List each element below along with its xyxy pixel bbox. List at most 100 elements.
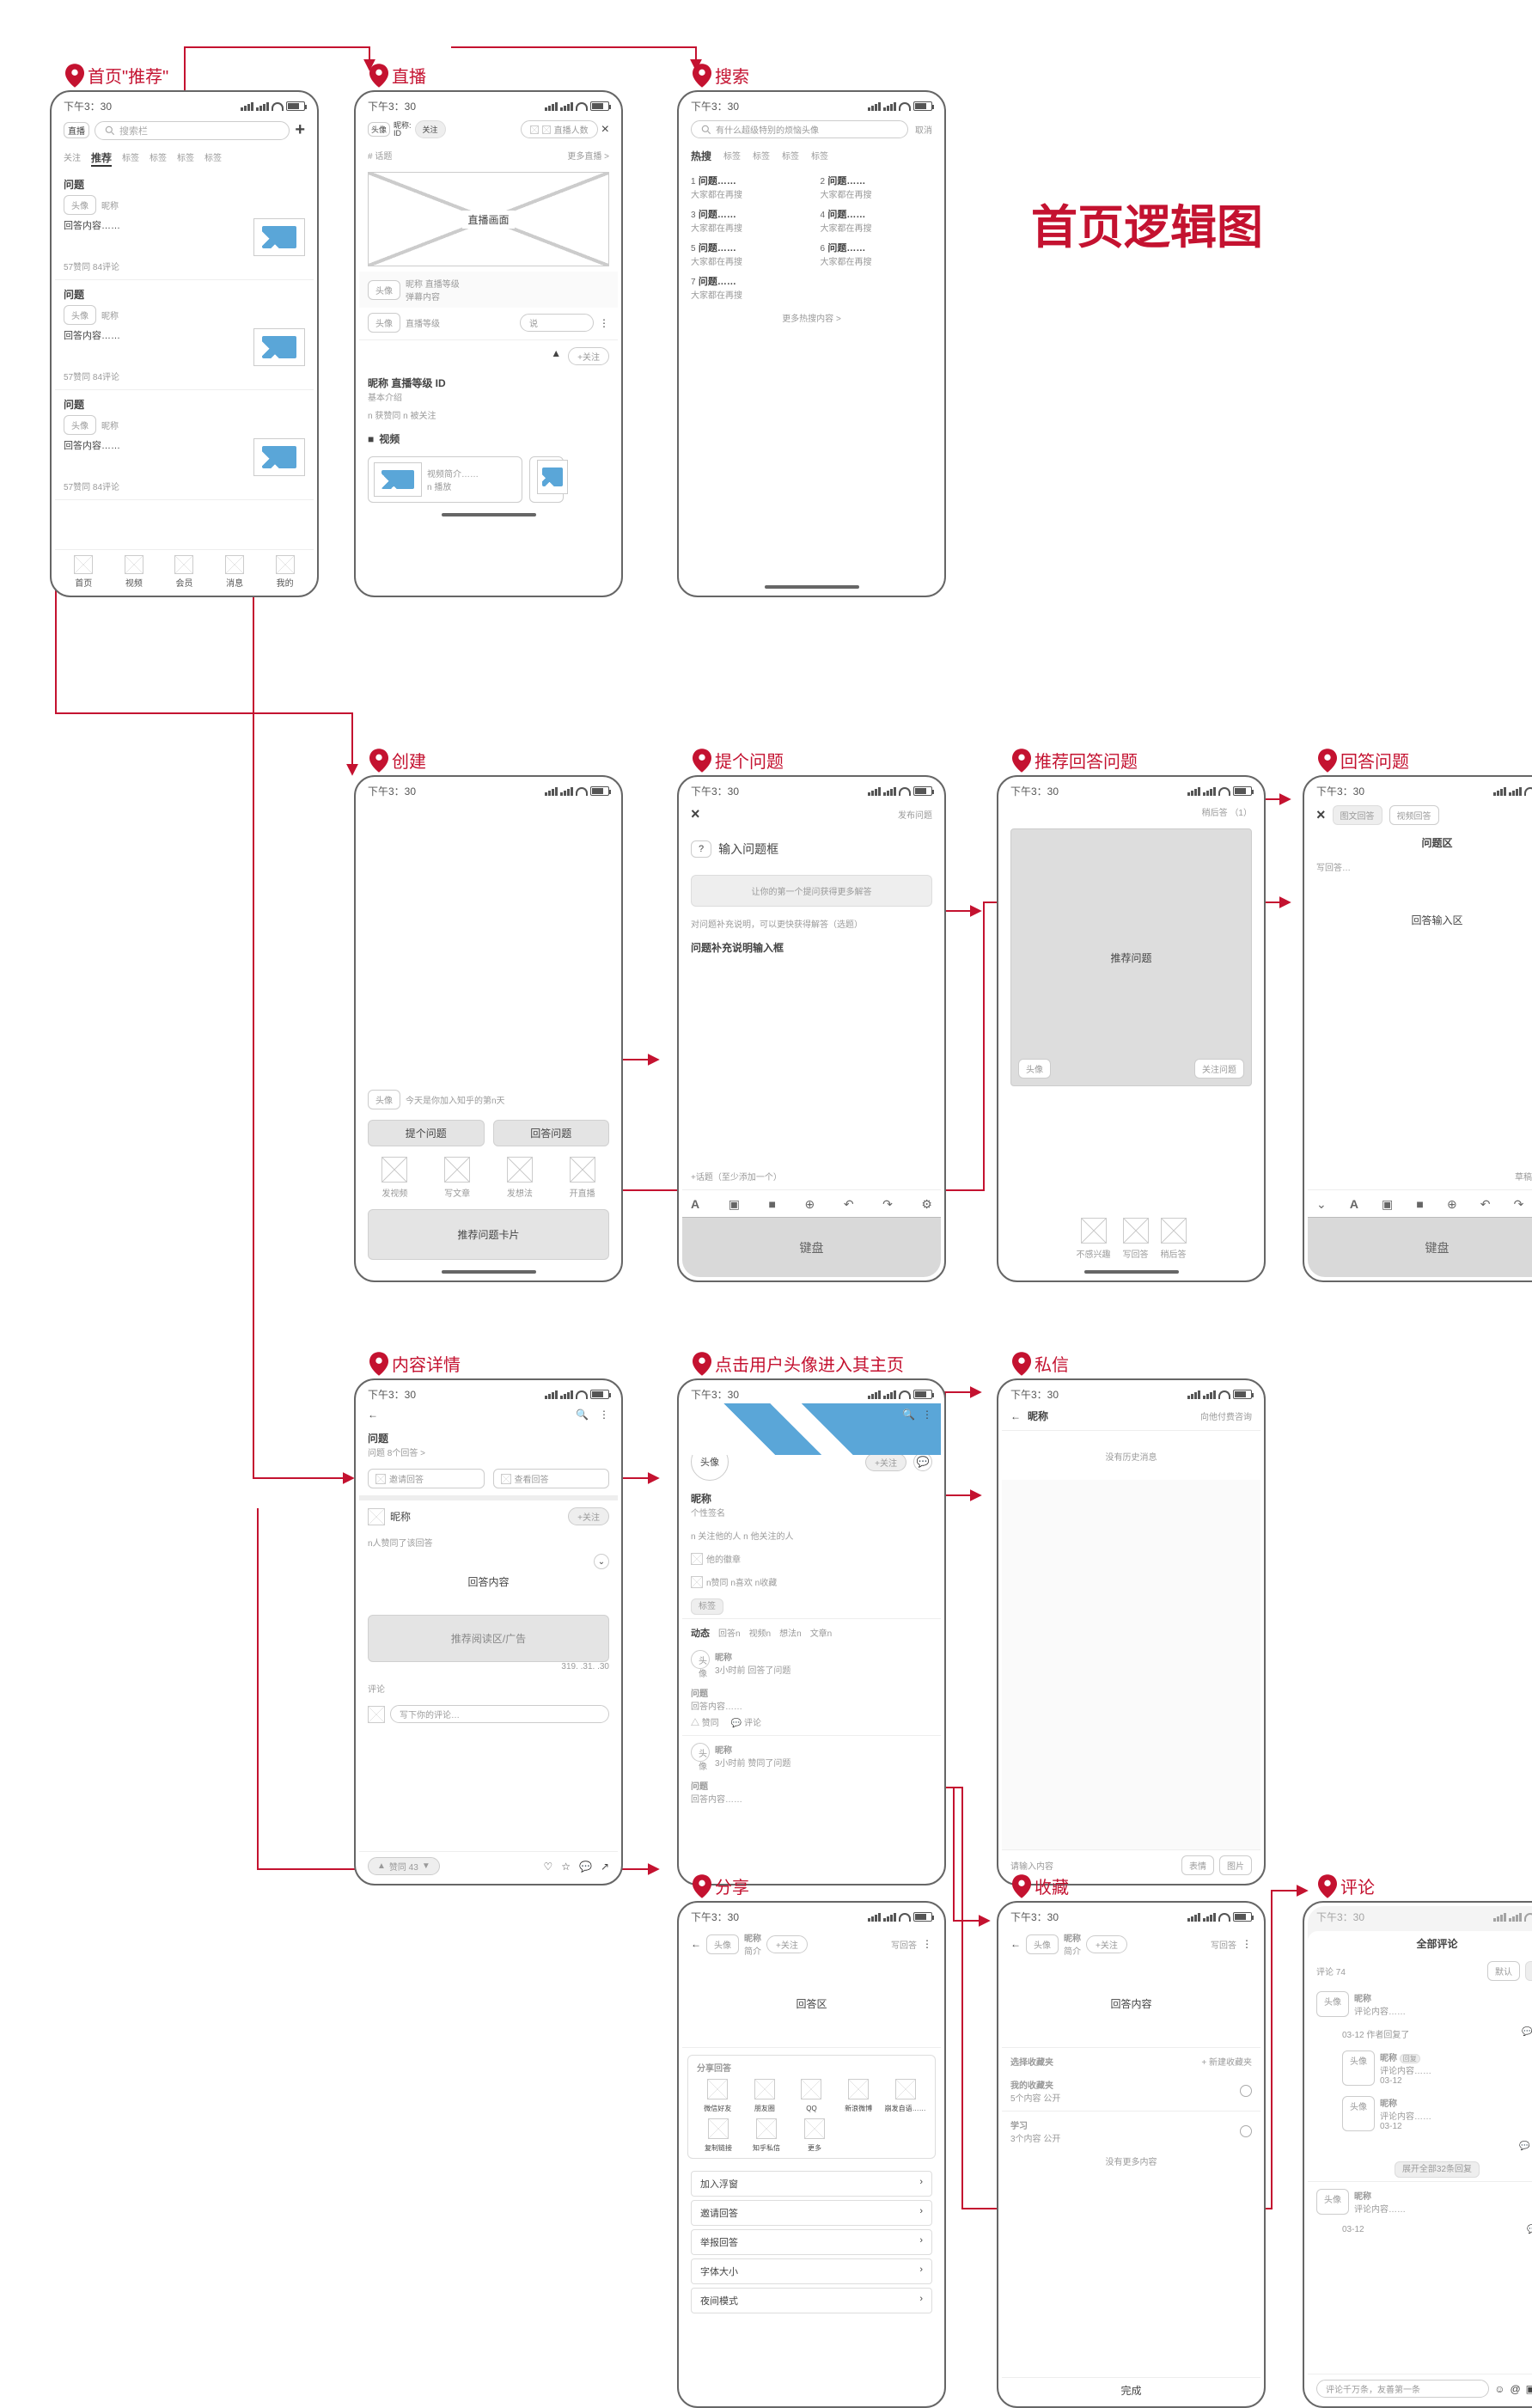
create-option[interactable]: 发想法 bbox=[493, 1157, 547, 1199]
share-app[interactable]: 崩发自语…… bbox=[884, 2079, 926, 2113]
nav-tab[interactable]: 我的 bbox=[259, 555, 310, 589]
comment-icon[interactable]: 💬 bbox=[579, 1861, 592, 1873]
hot-item[interactable]: 4 问题……大家都在再搜 bbox=[821, 207, 933, 234]
reco-option[interactable]: 不感兴趣 bbox=[1077, 1218, 1111, 1260]
pic-button[interactable]: 图片 bbox=[1219, 1855, 1252, 1875]
tab-text[interactable]: 图文回答 bbox=[1333, 805, 1382, 825]
feed-item[interactable]: 问题 头像昵称 回答内容…… 57赞同 84评论 bbox=[55, 172, 314, 278]
more-live[interactable]: 更多直播 > bbox=[567, 149, 609, 162]
later-button[interactable]: 稍后答 （1） bbox=[1202, 809, 1252, 818]
search-tabs[interactable]: 热搜标签标签标签标签 bbox=[682, 144, 941, 168]
image-icon[interactable]: ▣ bbox=[1526, 2383, 1532, 2395]
search-input[interactable]: 有什么超级特别的烦恼头像 bbox=[691, 120, 908, 138]
share-app[interactable]: 朋友圈 bbox=[744, 2079, 786, 2113]
hot-item[interactable]: 7 问题……大家都在再搜 bbox=[691, 274, 803, 301]
reco-option[interactable]: 稍后答 bbox=[1161, 1218, 1187, 1260]
more-hot[interactable]: 更多热搜内容 > bbox=[682, 306, 941, 329]
answer-button[interactable]: 回答问题 bbox=[493, 1120, 610, 1146]
tag-chip[interactable]: 标签 bbox=[691, 1598, 723, 1615]
reco-option[interactable]: 写回答 bbox=[1123, 1218, 1149, 1260]
share-menu-item[interactable]: 邀请回答› bbox=[691, 2200, 932, 2226]
new-folder[interactable]: + 新建收藏夹 bbox=[1201, 2055, 1252, 2068]
more-icon[interactable]: ⋮ bbox=[1242, 1938, 1252, 1950]
reco-card[interactable]: 推荐问题 头像 关注问题 bbox=[1010, 828, 1252, 1086]
sort-early[interactable]: 最早 bbox=[1525, 1961, 1532, 1981]
hot-item[interactable]: 2 问题……大家都在再搜 bbox=[821, 174, 933, 200]
search-icon[interactable]: 🔍 bbox=[576, 1409, 589, 1421]
create-option[interactable]: 开直播 bbox=[555, 1157, 609, 1199]
emoji-button[interactable]: 表情 bbox=[1181, 1855, 1214, 1875]
share-menu-item[interactable]: 加入浮窗› bbox=[691, 2171, 932, 2197]
more-icon[interactable]: ⋮ bbox=[922, 1409, 932, 1421]
feed-item[interactable]: 问题 头像昵称 回答内容…… 57赞同 84评论 bbox=[55, 392, 314, 498]
dm-input[interactable]: 请输入内容 bbox=[1010, 1859, 1176, 1872]
reco-card[interactable]: 推荐问题卡片 bbox=[368, 1209, 609, 1260]
hot-item[interactable]: 5 问题……大家都在再搜 bbox=[691, 241, 803, 267]
search-icon[interactable]: 🔍 bbox=[902, 1409, 915, 1421]
nav-tab[interactable]: 视频 bbox=[109, 555, 160, 589]
options-icon[interactable]: ⋮ bbox=[599, 317, 609, 329]
hot-item[interactable]: 6 问题……大家都在再搜 bbox=[821, 241, 933, 267]
folder-row[interactable]: 学习3个内容 公开 bbox=[1002, 2113, 1260, 2149]
share-app[interactable]: 微信好友 bbox=[697, 2079, 739, 2113]
create-option[interactable]: 写文章 bbox=[430, 1157, 485, 1199]
write-answer[interactable]: 写回答 bbox=[891, 1938, 917, 1951]
answer-input[interactable]: 写回答… bbox=[1308, 855, 1532, 878]
follow-button[interactable]: 关注 bbox=[415, 120, 446, 138]
emoji-icon[interactable]: ☺ bbox=[1494, 2383, 1505, 2395]
more-icon[interactable]: ⋮ bbox=[599, 1409, 609, 1421]
detail-input[interactable]: 问题补充说明输入框 bbox=[691, 942, 784, 954]
share-menu-item[interactable]: 举报回答› bbox=[691, 2229, 932, 2255]
star-icon[interactable]: ☆ bbox=[561, 1861, 571, 1873]
follow-q-button[interactable]: 关注问题 bbox=[1194, 1059, 1244, 1079]
collapse-icon[interactable]: ⌄ bbox=[594, 1554, 609, 1569]
say-input[interactable]: 说 bbox=[520, 314, 594, 332]
hot-item[interactable]: 1 问题……大家都在再搜 bbox=[691, 174, 803, 200]
create-option[interactable]: 发视频 bbox=[368, 1157, 422, 1199]
share-icon[interactable]: ↗ bbox=[601, 1861, 609, 1873]
top-tabs[interactable]: 关注推荐标签标签标签标签 bbox=[55, 145, 314, 172]
live-badge[interactable]: 直播 bbox=[64, 122, 89, 138]
share-action[interactable]: 更多 bbox=[793, 2118, 836, 2153]
dm-icon[interactable]: 💬 bbox=[913, 1452, 932, 1471]
follow-pill[interactable]: +关注 bbox=[568, 347, 609, 365]
reco-ad[interactable]: 推荐阅读区/广告 bbox=[368, 1615, 609, 1662]
back-icon[interactable]: ← bbox=[1010, 1410, 1021, 1422]
plus-icon[interactable]: + bbox=[295, 120, 305, 140]
done-button[interactable]: 完成 bbox=[1002, 2377, 1260, 2403]
follow-button[interactable]: +关注 bbox=[865, 1453, 906, 1471]
nav-tab[interactable]: 消息 bbox=[210, 555, 260, 589]
nav-tab[interactable]: 首页 bbox=[58, 555, 109, 589]
nav-tab[interactable]: 会员 bbox=[159, 555, 210, 589]
cancel-button[interactable]: 取消 bbox=[915, 123, 932, 136]
feed-item[interactable]: 问题 头像昵称 回答内容…… 57赞同 84评论 bbox=[55, 282, 314, 388]
like-button[interactable]: ▲ 赞同 43 ▼ bbox=[368, 1857, 440, 1875]
close-icon[interactable]: × bbox=[601, 122, 609, 138]
toolbar[interactable]: ⌄A▣■⊕↶↷⚙ bbox=[1308, 1192, 1532, 1217]
invite-button[interactable]: 邀请回答 bbox=[368, 1469, 485, 1488]
profile-tabs[interactable]: 动态回答n视频n想法n文章n bbox=[682, 1621, 941, 1645]
close-icon[interactable]: × bbox=[691, 805, 700, 823]
at-icon[interactable]: @ bbox=[1510, 2383, 1520, 2395]
back-icon[interactable]: ← bbox=[691, 1409, 701, 1421]
toolbar[interactable]: A▣■⊕↶↷⚙ bbox=[682, 1192, 941, 1217]
avatar[interactable] bbox=[368, 1508, 385, 1525]
back-icon[interactable]: ← bbox=[368, 1409, 378, 1421]
comment-input[interactable]: 写下你的评论… bbox=[390, 1705, 609, 1723]
question-input[interactable]: 输入问题框 bbox=[718, 834, 932, 865]
follow-button[interactable]: +关注 bbox=[568, 1507, 609, 1525]
topic-button[interactable]: +话题（至少添加一个） bbox=[682, 1164, 941, 1188]
tab-video[interactable]: 视频回答 bbox=[1389, 805, 1439, 825]
back-icon[interactable]: ← bbox=[691, 1938, 701, 1950]
hot-item[interactable]: 3 问题……大家都在再搜 bbox=[691, 207, 803, 234]
video-card[interactable]: 视频简介……n 播放 bbox=[368, 456, 522, 503]
share-app[interactable]: QQ bbox=[790, 2079, 833, 2113]
heart-icon[interactable]: ♡ bbox=[543, 1861, 552, 1873]
keyboard[interactable]: 键盘 bbox=[1308, 1217, 1532, 1277]
share-app[interactable]: 新浪微博 bbox=[838, 2079, 880, 2113]
bottom-nav[interactable]: 首页视频会员消息我的 bbox=[55, 549, 314, 592]
search-bar[interactable]: 搜索栏 bbox=[95, 121, 290, 140]
view-answers-button[interactable]: 查看回答 bbox=[493, 1469, 610, 1488]
sort-default[interactable]: 默认 bbox=[1487, 1961, 1520, 1981]
back-icon[interactable]: ← bbox=[1010, 1938, 1021, 1950]
